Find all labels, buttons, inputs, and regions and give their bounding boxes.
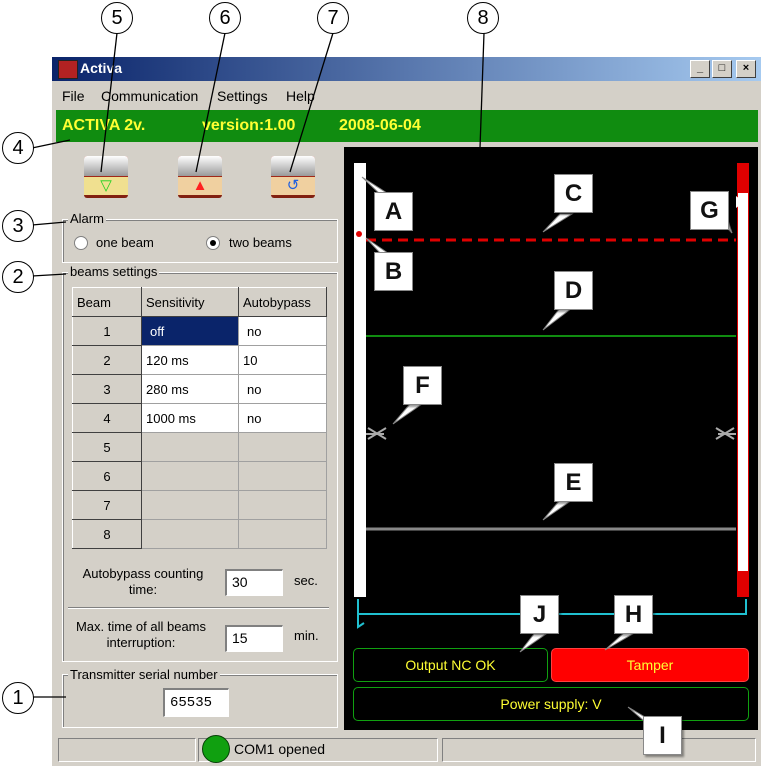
callout-j: J — [520, 595, 559, 634]
callout-a: A — [374, 192, 413, 231]
callout-h: H — [614, 595, 653, 634]
callout-e: E — [554, 463, 593, 502]
callout-f: F — [403, 366, 442, 405]
callout-c: C — [554, 174, 593, 213]
callout-i: I — [643, 716, 682, 755]
callout-8: 8 — [467, 2, 499, 34]
callout-3: 3 — [2, 210, 34, 242]
callout-b: B — [374, 252, 413, 291]
callout-g: G — [690, 191, 729, 230]
callout-1: 1 — [2, 682, 34, 714]
callout-4: 4 — [2, 132, 34, 164]
callout-d: D — [554, 271, 593, 310]
callout-7: 7 — [317, 2, 349, 34]
callout-2: 2 — [2, 261, 34, 293]
callout-5: 5 — [101, 2, 133, 34]
callout-leaders — [31, 32, 733, 727]
callout-6: 6 — [209, 2, 241, 34]
